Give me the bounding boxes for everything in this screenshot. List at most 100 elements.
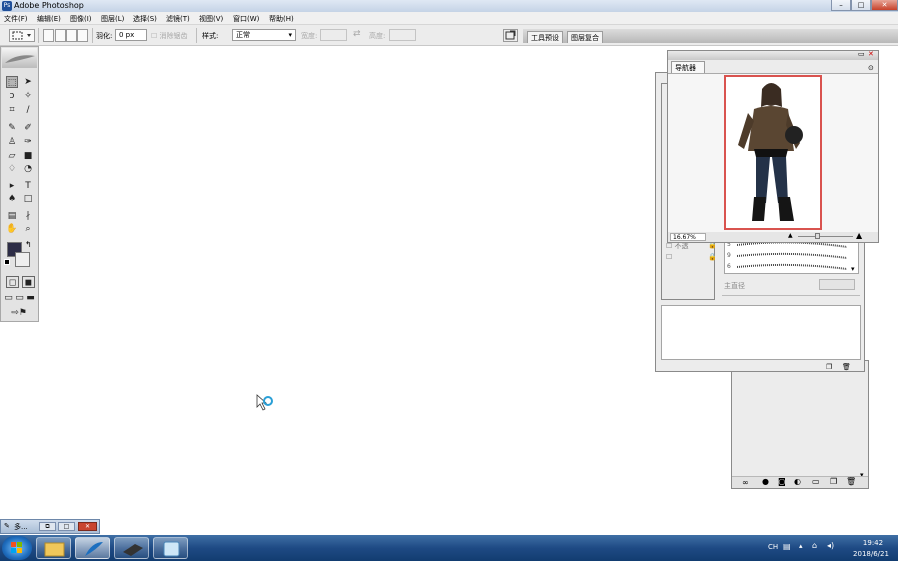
menu-help[interactable]: 帮助(H): [269, 14, 294, 24]
standard-mode-icon[interactable]: ◻: [6, 276, 19, 288]
menu-file[interactable]: 文件(F): [4, 14, 28, 24]
blur-tool-icon[interactable]: ♢: [6, 163, 18, 175]
height-input[interactable]: [389, 29, 416, 41]
swap-icon[interactable]: ⇄: [353, 29, 361, 39]
menu-image[interactable]: 图像(I): [70, 14, 92, 24]
shape-tool-icon[interactable]: □: [22, 193, 34, 205]
clock-time[interactable]: 19:42: [850, 539, 896, 547]
healing-brush-tool-icon[interactable]: ✎: [6, 122, 18, 134]
menu-layer[interactable]: 图层(L): [101, 14, 124, 24]
keyboard-icon[interactable]: ▤: [783, 542, 791, 551]
panel-menu-icon[interactable]: ⊙: [868, 64, 874, 72]
clock-date[interactable]: 2018/6/21: [846, 550, 896, 558]
add-selection-button[interactable]: [55, 29, 66, 42]
lock-transparent-label: 不透: [674, 242, 689, 250]
menu-view[interactable]: 视图(V): [199, 14, 223, 24]
tool-preset-picker[interactable]: [9, 29, 35, 42]
tab-layer-comps[interactable]: 图层复合: [567, 31, 603, 43]
zoom-in-icon[interactable]: ▲: [856, 231, 862, 240]
history-brush-tool-icon[interactable]: ✑: [22, 136, 34, 148]
taskbar-explorer[interactable]: [36, 537, 71, 559]
file-browser-button[interactable]: [503, 29, 518, 42]
width-input[interactable]: [320, 29, 347, 41]
network-icon[interactable]: ⌂: [812, 541, 817, 550]
antialias-checkbox[interactable]: ☐ 消除锯齿: [151, 31, 188, 41]
screen-mode-full-icon[interactable]: ▬: [26, 292, 35, 304]
brush-tool-icon[interactable]: ✐: [22, 122, 34, 134]
delete-layer-icon[interactable]: 🗑: [846, 477, 856, 486]
eyedropper-tool-icon[interactable]: ∤: [22, 210, 34, 222]
show-hidden-icons-icon[interactable]: ▴: [799, 542, 803, 550]
default-colors-icon[interactable]: [4, 259, 10, 265]
gradient-tool-icon[interactable]: ■: [22, 150, 34, 162]
maximize-button[interactable]: □: [851, 0, 871, 11]
rect-marquee-tool-icon[interactable]: ⬚: [6, 76, 18, 88]
magic-wand-tool-icon[interactable]: ✧: [22, 90, 34, 102]
screen-mode-full-menu-icon[interactable]: ▭: [15, 292, 24, 304]
scroll-down-icon[interactable]: ▾: [851, 265, 855, 273]
subtract-selection-button[interactable]: [66, 29, 77, 42]
zoom-out-icon[interactable]: ▲: [788, 232, 793, 239]
layer-mask-icon[interactable]: ◙: [778, 477, 786, 486]
menu-filter[interactable]: 滤镜(T): [166, 14, 190, 24]
menu-window[interactable]: 窗口(W): [233, 14, 259, 24]
feather-input[interactable]: 0 px: [115, 29, 147, 41]
master-diameter-input[interactable]: [819, 279, 855, 290]
delete-brush-icon[interactable]: 🗑: [842, 363, 851, 371]
pen-tool-icon[interactable]: ♠: [6, 193, 18, 205]
slice-tool-icon[interactable]: ∕: [22, 104, 34, 116]
new-selection-button[interactable]: [43, 29, 54, 42]
taskbar-screenshot[interactable]: [153, 537, 188, 559]
layer-style-icon[interactable]: ●: [762, 477, 769, 486]
menu-edit[interactable]: 编辑(E): [37, 14, 61, 24]
taskbar-photoshop[interactable]: [75, 537, 110, 559]
brush-strokes-list[interactable]: 5 9 6 ▾: [724, 238, 859, 274]
restore-doc-button[interactable]: ⧉: [39, 522, 56, 531]
move-tool-icon[interactable]: ➤: [22, 76, 34, 88]
taskbar-app[interactable]: [114, 537, 149, 559]
volume-icon[interactable]: ◂): [827, 541, 834, 550]
dodge-tool-icon[interactable]: ◔: [22, 163, 34, 175]
protect-texture-checkbox[interactable]: ☐: [666, 253, 672, 261]
navigator-title-bar[interactable]: ▭ ✕: [668, 50, 878, 60]
minimize-panel-icon[interactable]: ▭: [858, 50, 865, 58]
close-doc-button[interactable]: ✕: [78, 522, 97, 531]
screen-mode-standard-icon[interactable]: ▭: [4, 292, 13, 304]
crop-tool-icon[interactable]: ⌗: [6, 104, 18, 116]
lasso-tool-icon[interactable]: ↄ: [6, 90, 18, 102]
zoom-input[interactable]: 16.67%: [670, 233, 706, 241]
eraser-tool-icon[interactable]: ▱: [6, 150, 18, 162]
swap-colors-icon[interactable]: ↰: [25, 240, 32, 249]
new-group-icon[interactable]: ▭: [812, 477, 820, 486]
notes-tool-icon[interactable]: ▤: [6, 210, 18, 222]
input-lang-indicator[interactable]: CH: [768, 543, 778, 551]
adjustment-layer-icon[interactable]: ◐: [794, 477, 801, 486]
close-button[interactable]: ✕: [871, 0, 898, 11]
start-button[interactable]: [2, 536, 32, 560]
minimized-document[interactable]: ✎ 多... ⧉ □ ✕: [0, 519, 100, 534]
zoom-slider-thumb[interactable]: [815, 233, 820, 239]
path-selection-tool-icon[interactable]: ▸: [6, 180, 18, 192]
link-layers-icon[interactable]: ∞: [742, 478, 749, 487]
close-panel-icon[interactable]: ✕: [868, 50, 874, 58]
toolbox-header[interactable]: [2, 48, 37, 68]
quick-mask-mode-icon[interactable]: ◼: [22, 276, 35, 288]
zoom-slider-track[interactable]: [798, 236, 853, 237]
photoshop-feather-icon: [85, 542, 103, 556]
new-layer-icon[interactable]: ❐: [830, 477, 837, 486]
tab-tool-presets[interactable]: 工具预设: [527, 31, 563, 43]
maximize-doc-button[interactable]: □: [58, 522, 75, 531]
navigator-view-box[interactable]: [724, 75, 822, 230]
style-select[interactable]: 正常 ▾: [232, 29, 296, 41]
tab-navigator[interactable]: 导航器: [671, 61, 705, 73]
hand-tool-icon[interactable]: ✋: [6, 223, 18, 235]
new-brush-icon[interactable]: ❐: [826, 363, 832, 371]
type-tool-icon[interactable]: T: [22, 180, 34, 192]
intersect-selection-button[interactable]: [77, 29, 88, 42]
jump-to-imageready-icon[interactable]: ⇨⚑: [6, 307, 32, 319]
menu-select[interactable]: 选择(S): [133, 14, 157, 24]
clone-stamp-tool-icon[interactable]: ♙: [6, 136, 18, 148]
minimize-button[interactable]: –: [831, 0, 851, 11]
background-color-swatch[interactable]: [15, 252, 30, 267]
zoom-tool-icon[interactable]: ⌕: [22, 223, 34, 235]
